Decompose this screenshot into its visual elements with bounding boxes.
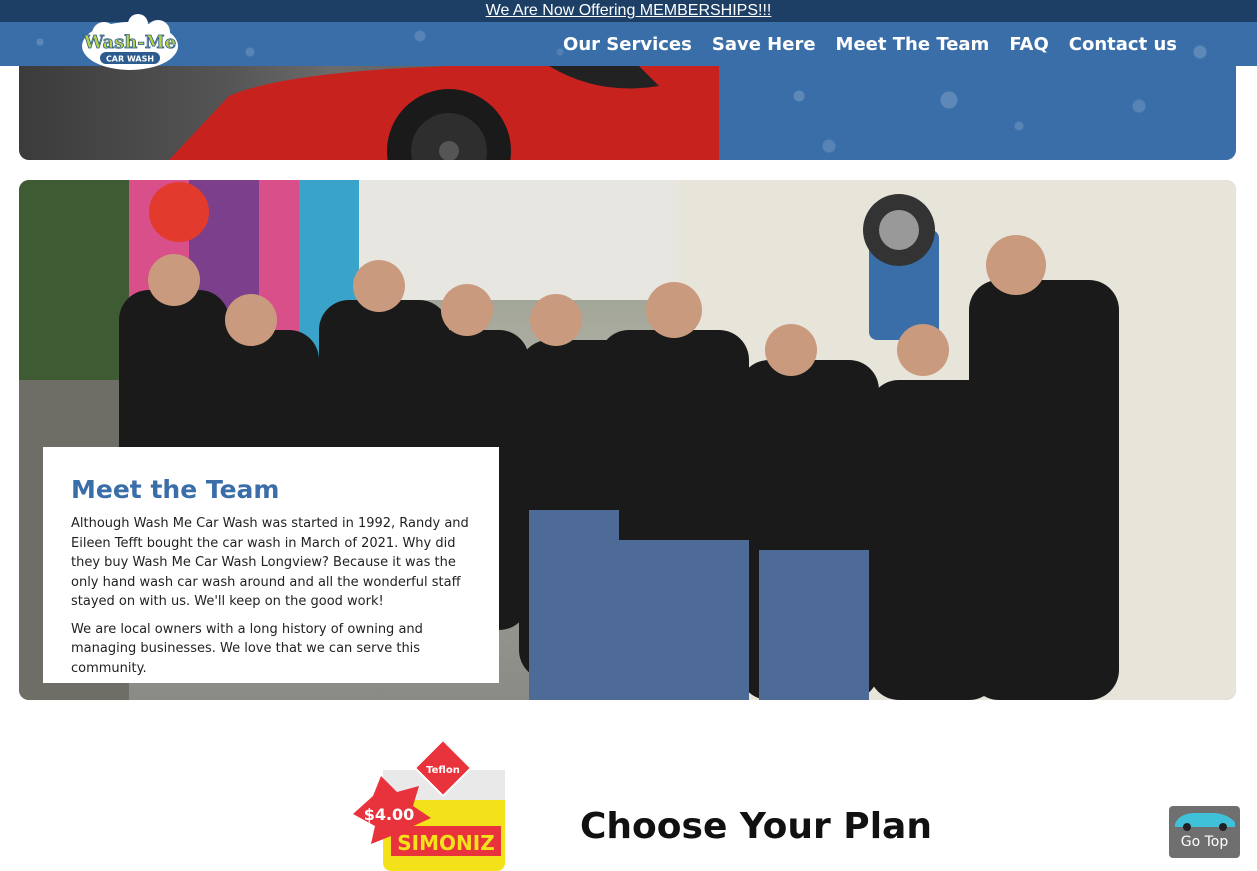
wash-me-logo[interactable]: Wash-Me CAR WASH: [80, 12, 180, 74]
main-nav: Our Services Save Here Meet The Team FAQ…: [563, 22, 1177, 66]
promo-link[interactable]: We Are Now Offering MEMBERSHIPS!!!: [486, 2, 772, 19]
nav-save-here[interactable]: Save Here: [712, 34, 816, 55]
nav-faq[interactable]: FAQ: [1009, 34, 1048, 55]
go-top-label: Go Top: [1180, 834, 1229, 850]
team-heading: Meet the Team: [71, 475, 280, 504]
team-info-card: Meet the Team Although Wash Me Car Wash …: [43, 447, 499, 683]
teflon-badge: Teflon: [426, 765, 460, 776]
hero-blue-panel: [719, 66, 1236, 160]
team-paragraph: Although Wash Me Car Wash was started in…: [71, 516, 469, 609]
car-icon: [1175, 813, 1235, 831]
promo-bar: We Are Now Offering MEMBERSHIPS!!!: [0, 0, 1257, 22]
nav-contact-us[interactable]: Contact us: [1069, 34, 1177, 55]
go-top-button[interactable]: Go Top: [1169, 806, 1240, 858]
price-tag: $4.00: [364, 805, 415, 824]
nav-meet-the-team[interactable]: Meet The Team: [836, 34, 990, 55]
logo-text: Wash-Me: [83, 32, 176, 53]
simoniz-product-image: Teflon $4.00 SIMONIZ: [353, 740, 505, 871]
hero-car-photo: [19, 66, 719, 160]
hero-section: [19, 66, 1236, 160]
choose-plan-heading: Choose Your Plan: [580, 806, 932, 847]
logo-subtext: CAR WASH: [106, 55, 154, 64]
team-paragraph: We are local owners with a long history …: [71, 621, 423, 676]
nav-our-services[interactable]: Our Services: [563, 34, 692, 55]
simoniz-brand: SIMONIZ: [397, 831, 494, 855]
